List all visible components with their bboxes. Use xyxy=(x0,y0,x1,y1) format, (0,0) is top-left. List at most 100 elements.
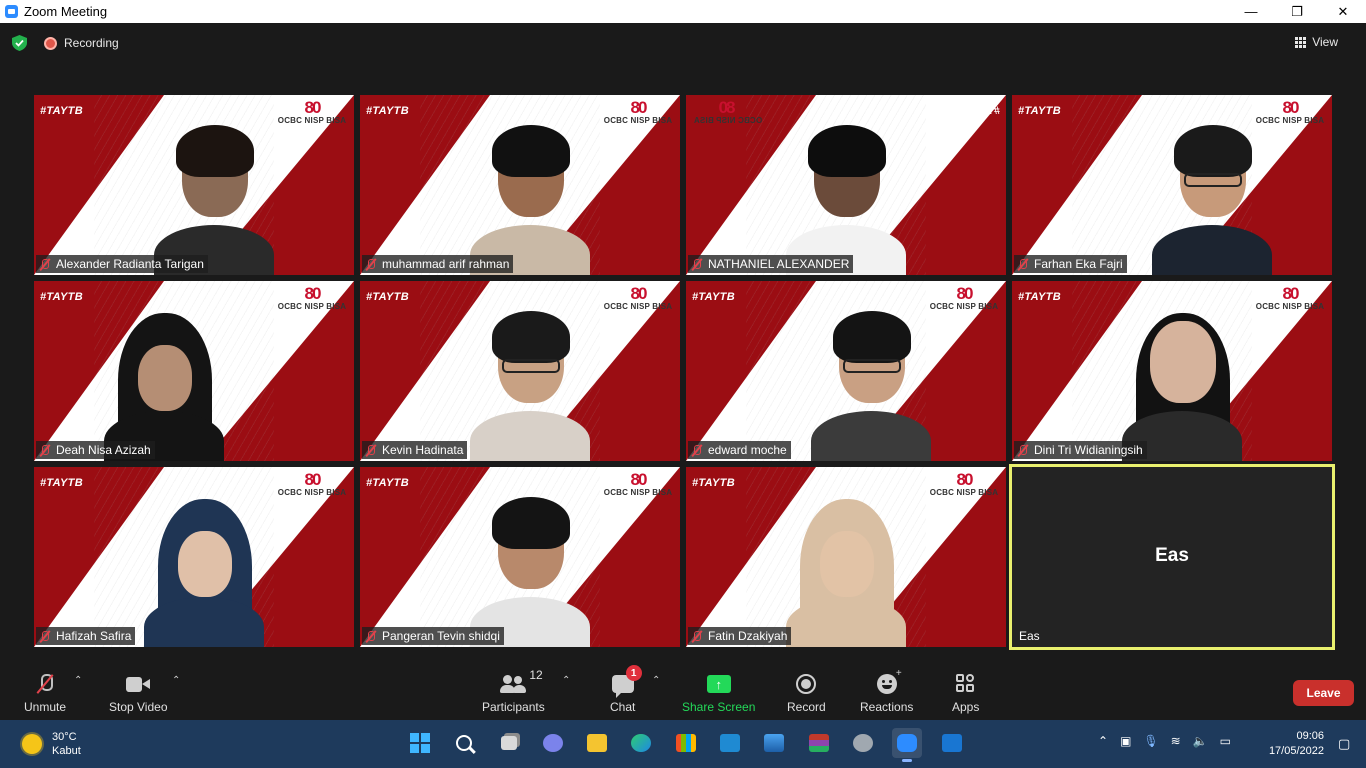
vscode-button[interactable] xyxy=(715,728,745,758)
participant-name-label: Eas xyxy=(1016,627,1044,645)
reactions-label: Reactions xyxy=(860,700,914,714)
winrar-icon xyxy=(808,734,829,752)
participant-video xyxy=(470,497,590,647)
weather-widget[interactable]: 30°C Kabut xyxy=(22,730,81,758)
microphone-muted-icon xyxy=(365,258,377,271)
participant-name: Pangeran Tevin shidqi xyxy=(382,629,500,643)
participants-button[interactable]: 12 Participants xyxy=(482,668,545,714)
chat-options-caret-icon[interactable]: ⌃ xyxy=(652,675,660,686)
grid-view-icon xyxy=(1295,36,1307,48)
brand-text: OCBC NISP BISA xyxy=(693,116,763,125)
record-button[interactable]: Record xyxy=(787,671,826,714)
participant-tile[interactable]: #TAYTB 80 OCBC NISP BISA muhammad arif rahm… xyxy=(360,95,680,275)
close-button[interactable]: ✕ xyxy=(1320,0,1366,23)
view-button[interactable]: View xyxy=(1295,35,1338,49)
ocbc-brand-logo: 80 OCBC NISP BISA xyxy=(929,285,999,311)
taskbar-search-button[interactable] xyxy=(449,728,479,758)
leave-button[interactable]: Leave xyxy=(1293,680,1354,706)
microphone-muted-icon xyxy=(38,674,54,694)
participant-tile[interactable]: Eas Eas xyxy=(1009,464,1335,650)
weather-temperature: 30°C xyxy=(52,731,77,743)
apps-button[interactable]: Apps xyxy=(952,671,979,714)
participant-tile[interactable]: #TAYTB 80 OCBC NISP BISA Alexander Radianta… xyxy=(34,95,354,275)
windows-taskbar: 30°C Kabut ⌃ ▣ 🎙 ≋ 🔈 ▭ 09:06 17/05/2022 … xyxy=(0,720,1366,768)
participants-options-caret-icon[interactable]: ⌃ xyxy=(562,675,570,686)
audio-options-caret-icon[interactable]: ⌃ xyxy=(74,675,82,686)
participant-name-label: Dini Tri Widianingsih xyxy=(1014,441,1147,459)
participant-tile[interactable]: #TAYTB 80 OCBC NISP BISA Farhan Eka Fajri xyxy=(1012,95,1332,275)
taskbar-chat-button[interactable] xyxy=(538,728,568,758)
microphone-tray-icon[interactable]: 🎙 xyxy=(1143,734,1158,748)
stop-video-button[interactable]: Stop Video xyxy=(109,671,168,714)
maximize-button[interactable]: ❐ xyxy=(1274,0,1320,23)
brand-text: OCBC NISP BISA xyxy=(277,488,347,497)
microphone-muted-icon xyxy=(1017,444,1029,457)
participant-name-label: edward moche xyxy=(688,441,791,459)
brand-text: OCBC NISP BISA xyxy=(603,302,673,311)
participant-name-label: Pangeran Tevin shidqi xyxy=(362,627,504,645)
participant-tile[interactable]: #TAYTB 80 OCBC NISP BISA Kevin Hadinata xyxy=(360,281,680,461)
zoom-taskbar-button[interactable] xyxy=(892,728,923,762)
winrar-button[interactable] xyxy=(804,728,834,758)
volume-icon[interactable]: 🔈 xyxy=(1193,734,1208,748)
task-view-icon xyxy=(500,736,517,750)
ocbc-brand-logo: 80 OCBC NISP BISA xyxy=(603,285,673,311)
recording-indicator[interactable]: Recording xyxy=(44,36,119,50)
ocbc-brand-logo: 80 OCBC NISP BISA xyxy=(603,471,673,497)
participant-name: edward moche xyxy=(708,443,787,457)
recording-label: Recording xyxy=(64,36,119,50)
file-explorer-button[interactable] xyxy=(582,728,612,758)
meeting-top-bar: Recording View xyxy=(0,23,1366,63)
participant-tile[interactable]: #TAYTB 80 OCBC NISP BISA Hafizah Safira xyxy=(34,467,354,647)
apps-label: Apps xyxy=(952,700,980,714)
participants-count: 12 xyxy=(529,668,543,682)
brand-text: OCBC NISP BISA xyxy=(1255,116,1325,125)
chat-button[interactable]: 1 Chat xyxy=(610,665,642,714)
search-icon xyxy=(456,735,473,751)
participant-video xyxy=(811,311,931,461)
battery-icon[interactable]: ▭ xyxy=(1220,734,1231,748)
participant-tile[interactable]: #TAYTB 80 OCBC NISP BISA edward moche xyxy=(686,281,1006,461)
wifi-icon[interactable]: ≋ xyxy=(1171,734,1181,748)
security-shield-icon[interactable] xyxy=(12,35,27,51)
start-button[interactable] xyxy=(405,728,435,758)
microsoft-store-button[interactable] xyxy=(671,728,701,758)
task-view-button[interactable] xyxy=(494,728,524,758)
participant-name-label: muhammad arif rahman xyxy=(362,255,514,273)
video-options-caret-icon[interactable]: ⌃ xyxy=(172,675,180,686)
taskbar-clock[interactable]: 09:06 17/05/2022 xyxy=(1262,729,1324,759)
participant-video xyxy=(786,497,906,647)
windows-logo-icon xyxy=(410,733,430,753)
participant-video xyxy=(470,311,590,461)
minimize-button[interactable]: — xyxy=(1228,0,1274,23)
photos-button[interactable] xyxy=(759,728,789,758)
virtual-background-hashtag: #TAYTB xyxy=(366,105,409,117)
participant-tile[interactable]: #TAYTB 80 OCBC NISP BISA Pangeran Tevin shi… xyxy=(360,467,680,647)
settings-button[interactable] xyxy=(848,728,878,758)
edge-browser-button[interactable] xyxy=(626,728,656,758)
microphone-muted-icon xyxy=(1017,258,1029,271)
unmute-label: Unmute xyxy=(24,700,67,714)
gear-icon xyxy=(852,734,873,752)
participant-tile[interactable]: #TAYTB 80 OCBC NISP BISA Fatin Dzakiyah xyxy=(686,467,1006,647)
reactions-icon: + xyxy=(876,668,902,694)
share-screen-button[interactable]: ↑ Share Screen xyxy=(682,671,755,714)
tray-app-icon[interactable]: ▣ xyxy=(1120,734,1131,748)
microphone-muted-icon xyxy=(39,444,51,457)
microphone-muted-icon xyxy=(365,444,377,457)
participant-tile[interactable]: #TAYTB 80 OCBC NISP BISA NATHANIEL ALEXANDE… xyxy=(686,95,1006,275)
ocbc-80-logo-icon: 80 xyxy=(956,284,974,303)
chevron-up-icon[interactable]: ⌃ xyxy=(1098,734,1108,748)
notifications-icon[interactable]: ▢ xyxy=(1338,736,1350,752)
participants-label: Participants xyxy=(482,700,545,714)
participant-tile[interactable]: #TAYTB 80 OCBC NISP BISA Deah Nisa Azizah xyxy=(34,281,354,461)
recording-dot-icon xyxy=(44,36,57,50)
ocbc-80-logo-icon: 80 xyxy=(1282,284,1300,303)
unmute-button[interactable]: Unmute xyxy=(24,671,66,714)
media-player-button[interactable] xyxy=(937,728,967,758)
clock-date: 17/05/2022 xyxy=(1268,745,1324,757)
virtual-background-hashtag: #TAYTB xyxy=(366,291,409,303)
brand-text: OCBC NISP BISA xyxy=(277,302,347,311)
reactions-button[interactable]: + Reactions xyxy=(860,668,914,714)
participant-tile[interactable]: #TAYTB 80 OCBC NISP BISA Dini Tri Widianing… xyxy=(1012,281,1332,461)
